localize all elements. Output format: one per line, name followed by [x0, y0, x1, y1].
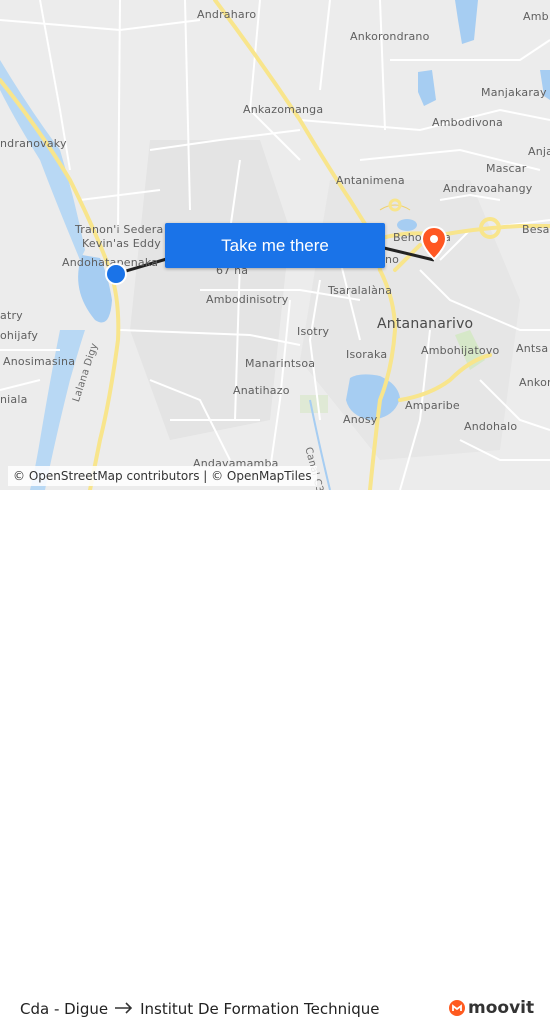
- map-label: Amb: [523, 10, 549, 23]
- map-label: Andraharo: [197, 8, 257, 21]
- map-label-city: Antananarivo: [377, 316, 474, 332]
- map-label: Anatihazo: [233, 384, 290, 397]
- destination-pin-icon[interactable]: [421, 226, 447, 260]
- map-label: Manjakaray: [481, 86, 547, 99]
- map-label: Ambodivona: [432, 116, 503, 129]
- destination-name: Institut De Formation Technique: [140, 1000, 380, 1018]
- map-label: Andohalo: [464, 420, 518, 433]
- origin-marker-icon[interactable]: [105, 263, 127, 285]
- map[interactable]: Andraharo Ankorondrano Amb Manjakaray An…: [0, 0, 550, 490]
- map-label: Kevin'as Eddy: [82, 237, 161, 250]
- origin-name: Cda - Digue: [20, 1000, 109, 1018]
- map-label: Andravoahangy: [443, 182, 533, 195]
- map-label: Ankorondrano: [350, 30, 430, 43]
- map-label: Anosy: [343, 413, 378, 426]
- map-label: Isotry: [297, 325, 330, 338]
- map-label: ndranovaky: [0, 137, 67, 150]
- map-label: ohijafy: [0, 329, 39, 342]
- map-label: Manarintsoa: [245, 357, 316, 370]
- map-label: atry: [0, 309, 23, 322]
- route-summary: Cda - Digue Institut De Formation Techni…: [20, 1000, 380, 1018]
- map-label: Ambodinisotry: [206, 293, 289, 306]
- map-label: Besa: [522, 223, 550, 236]
- map-label: Isoraka: [346, 348, 388, 361]
- arrow-right-icon: [114, 1000, 134, 1018]
- map-label: Tranon'i Sedera: [75, 223, 164, 236]
- moovit-logo-icon: [449, 1000, 465, 1016]
- map-label: Ankazomanga: [243, 103, 324, 116]
- map-label: niala: [0, 393, 28, 406]
- map-label: Tsaralalàna: [328, 284, 393, 297]
- brand-name: moovit: [468, 998, 535, 1018]
- map-label: Antanimena: [336, 174, 405, 187]
- map-label: Antsa: [516, 342, 549, 355]
- map-label: Mascar: [486, 162, 527, 175]
- take-me-there-button[interactable]: Take me there: [165, 223, 385, 268]
- map-label: Ankor: [519, 376, 550, 389]
- map-attribution[interactable]: © OpenStreetMap contributors | © OpenMap…: [8, 466, 317, 486]
- footer: Cda - Digue Institut De Formation Techni…: [0, 490, 550, 1018]
- map-label: Amparibe: [405, 399, 460, 412]
- map-label: Ambohijatovo: [421, 344, 500, 357]
- map-label: Anja: [528, 145, 550, 158]
- map-label: Anosimasina: [3, 355, 76, 368]
- moovit-logo: moovit: [449, 998, 534, 1018]
